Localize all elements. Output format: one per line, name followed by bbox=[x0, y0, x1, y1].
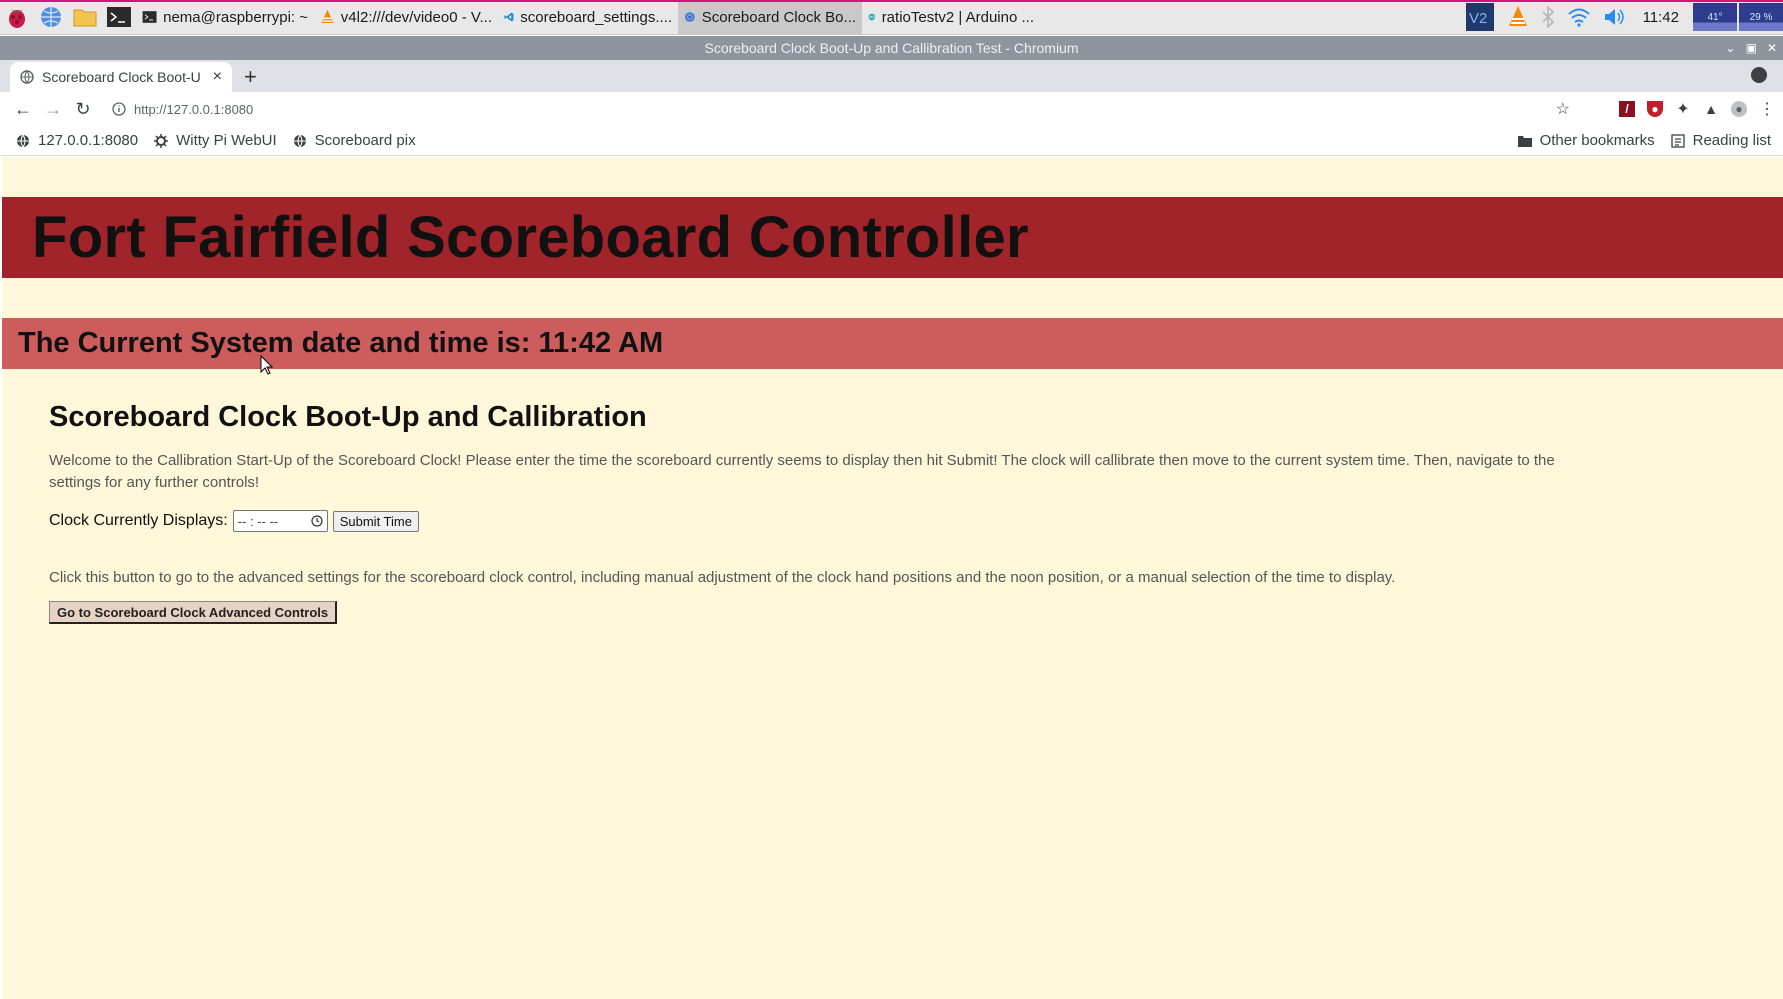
current-time-text: The Current System date and time is: 11:… bbox=[18, 327, 664, 359]
intro-text: Welcome to the Callibration Start-Up of … bbox=[49, 452, 1555, 491]
clock-form: Clock Currently Displays: -- : -- -- Sub… bbox=[49, 510, 1609, 532]
page-viewport: Fort Fairfield Scoreboard Controller The… bbox=[2, 157, 1783, 999]
window-title: Scoreboard Clock Boot-Up and Callibratio… bbox=[704, 40, 1079, 56]
other-bookmarks[interactable]: Other bookmarks bbox=[1510, 132, 1663, 149]
vnc-icon[interactable]: V2 bbox=[1459, 0, 1501, 35]
task-vlc[interactable]: v4l2:///dev/video0 - V... bbox=[314, 1, 498, 34]
profile-avatar-icon[interactable]: ● bbox=[1731, 101, 1747, 117]
reload-icon[interactable]: ↻ bbox=[68, 94, 98, 124]
submit-time-button[interactable]: Submit Time bbox=[332, 510, 419, 532]
terminal-icon bbox=[142, 11, 157, 23]
mouse-cursor-icon bbox=[260, 355, 274, 375]
new-tab-icon[interactable]: + bbox=[244, 64, 257, 90]
browser-toolbar: ← → ↻ http://127.0.0.1:8080 ☆ / ● ✦ ▲ ● … bbox=[0, 92, 1783, 126]
bookmarks-right: Other bookmarks Reading list bbox=[1510, 132, 1783, 149]
task-arduino[interactable]: ratioTestv2 | Arduino ... bbox=[862, 1, 1040, 34]
taskbar-clock[interactable]: 11:42 bbox=[1631, 9, 1691, 26]
page-title: Fort Fairfield Scoreboard Controller bbox=[32, 205, 1029, 270]
bookmark-star-icon[interactable]: ☆ bbox=[1556, 99, 1570, 119]
bookmark-label: 127.0.0.1:8080 bbox=[38, 132, 139, 149]
raspberry-menu-icon[interactable] bbox=[0, 0, 34, 34]
bookmark-localhost[interactable]: 127.0.0.1:8080 bbox=[8, 132, 146, 149]
window-titlebar: Scoreboard Clock Boot-Up and Callibratio… bbox=[0, 36, 1783, 60]
system-taskbar: nema@raspberrypi: ~ v4l2:///dev/video0 -… bbox=[0, 0, 1783, 35]
arduino-icon bbox=[868, 13, 876, 21]
globe-icon bbox=[17, 134, 29, 147]
back-icon[interactable]: ← bbox=[8, 94, 38, 124]
shield-extension-icon[interactable]: ● bbox=[1647, 101, 1663, 117]
url-text: http://127.0.0.1:8080 bbox=[134, 101, 254, 117]
folder-icon bbox=[1517, 135, 1532, 147]
bookmarks-bar: 127.0.0.1:8080 Witty Pi WebUI Scoreboard… bbox=[0, 126, 1783, 156]
flask-icon[interactable]: ▲ bbox=[1703, 101, 1719, 117]
web-browser-icon[interactable] bbox=[34, 0, 68, 34]
bookmark-label: Witty Pi WebUI bbox=[176, 132, 277, 149]
bookmark-scoreboard-pix[interactable]: Scoreboard pix bbox=[285, 132, 424, 149]
vlc-icon bbox=[321, 9, 334, 24]
task-label: scoreboard_settings.... bbox=[520, 8, 672, 26]
time-input-placeholder: -- : -- -- bbox=[237, 513, 279, 529]
window-controls: ⌄ ▣ ✕ bbox=[1726, 36, 1777, 60]
bluetooth-icon[interactable] bbox=[1535, 0, 1561, 35]
header-banner: Fort Fairfield Scoreboard Controller bbox=[2, 197, 1783, 278]
chromium-icon bbox=[684, 12, 695, 22]
file-manager-icon[interactable] bbox=[68, 0, 102, 34]
reading-list[interactable]: Reading list bbox=[1663, 132, 1779, 149]
section-title: Scoreboard Clock Boot-Up and Callibratio… bbox=[49, 401, 647, 433]
browser-tab[interactable]: Scoreboard Clock Boot-U × bbox=[10, 62, 232, 92]
clock-label: Clock Currently Displays: bbox=[49, 512, 228, 529]
terminal-launcher-icon[interactable] bbox=[102, 0, 136, 34]
close-window-icon[interactable]: ✕ bbox=[1767, 41, 1777, 55]
vscode-icon bbox=[504, 12, 514, 22]
cpu-usage-monitor: 29 % bbox=[1739, 3, 1783, 31]
clock-icon[interactable] bbox=[311, 515, 323, 527]
other-bookmarks-label: Other bookmarks bbox=[1539, 132, 1655, 149]
puzzle-icon[interactable]: ✦ bbox=[1675, 101, 1691, 118]
globe-icon bbox=[293, 134, 306, 147]
task-label: ratioTestv2 | Arduino ... bbox=[881, 8, 1034, 26]
reading-list-icon bbox=[1670, 133, 1685, 148]
task-label: nema@raspberrypi: ~ bbox=[163, 8, 308, 26]
menu-kebab-icon[interactable]: ⋮ bbox=[1759, 101, 1775, 118]
cpu-temp-monitor: 41° bbox=[1693, 3, 1737, 31]
vlc-tray-icon[interactable] bbox=[1501, 0, 1535, 35]
calibration-section: Scoreboard Clock Boot-Up and Callibratio… bbox=[49, 401, 1609, 624]
tab-strip: Scoreboard Clock Boot-U × + bbox=[0, 60, 1783, 92]
info-icon bbox=[112, 102, 126, 116]
task-label: v4l2:///dev/video0 - V... bbox=[340, 8, 492, 26]
advanced-text: Click this button to go to the advanced … bbox=[49, 569, 1396, 586]
tab-search-icon[interactable] bbox=[1751, 67, 1767, 83]
maximize-icon[interactable]: ▣ bbox=[1746, 41, 1757, 55]
address-bar[interactable]: http://127.0.0.1:8080 ☆ bbox=[106, 95, 1576, 123]
gear-icon bbox=[154, 133, 169, 148]
bookmark-label: Scoreboard pix bbox=[314, 132, 416, 149]
tab-close-icon[interactable]: × bbox=[213, 68, 222, 86]
volume-icon[interactable] bbox=[1597, 0, 1631, 35]
wifi-icon[interactable] bbox=[1561, 0, 1597, 35]
pdf-extension-icon[interactable]: / bbox=[1619, 101, 1635, 117]
globe-icon bbox=[20, 70, 34, 84]
time-input[interactable]: -- : -- -- bbox=[232, 510, 328, 532]
system-tray: V2 11:42 41° 29 % bbox=[1459, 0, 1783, 35]
forward-icon[interactable]: → bbox=[38, 94, 68, 124]
minimize-icon[interactable]: ⌄ bbox=[1726, 41, 1736, 55]
svg-text:V2: V2 bbox=[1469, 10, 1487, 27]
task-terminal[interactable]: nema@raspberrypi: ~ bbox=[136, 1, 314, 34]
bookmark-witty-pi[interactable]: Witty Pi WebUI bbox=[146, 132, 285, 149]
advanced-controls-button[interactable]: Go to Scoreboard Clock Advanced Controls bbox=[49, 601, 338, 624]
tab-title: Scoreboard Clock Boot-U bbox=[42, 69, 201, 85]
task-vscode[interactable]: scoreboard_settings.... bbox=[498, 1, 678, 34]
extension-icons: / ● ✦ ▲ ● ⋮ bbox=[1619, 92, 1775, 126]
reading-list-label: Reading list bbox=[1692, 132, 1771, 149]
task-label: Scoreboard Clock Bo... bbox=[701, 8, 856, 26]
task-chromium[interactable]: Scoreboard Clock Bo... bbox=[678, 0, 862, 34]
